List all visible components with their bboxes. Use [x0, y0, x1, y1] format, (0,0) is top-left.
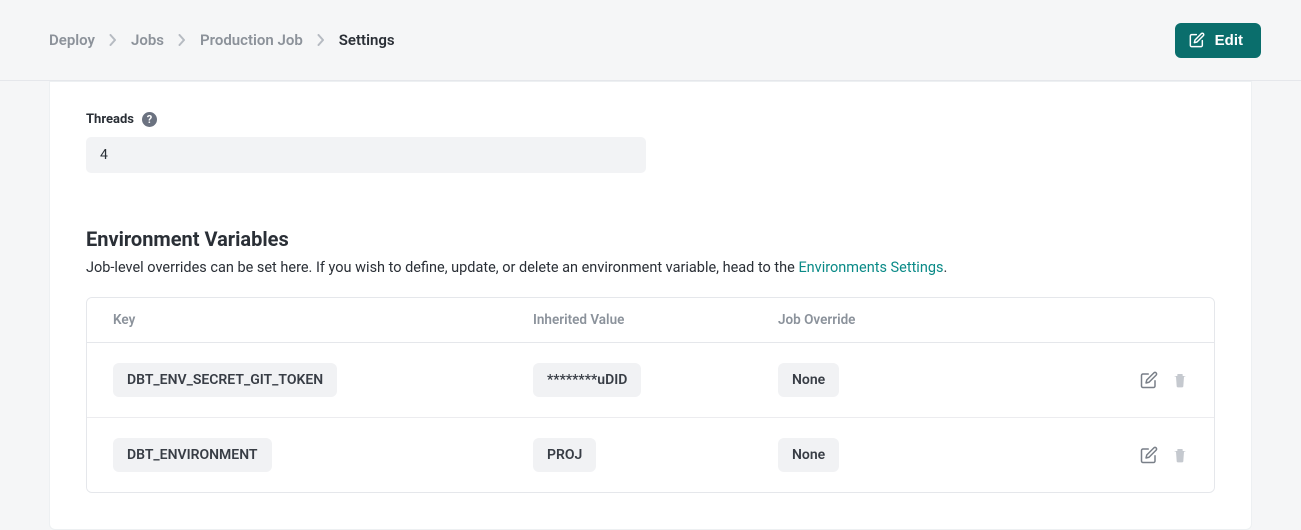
table-row: DBT_ENVIRONMENT PROJ None — [87, 418, 1214, 492]
table-row: DBT_ENV_SECRET_GIT_TOKEN ********uDID No… — [87, 343, 1214, 418]
threads-label: Threads ? — [86, 112, 1215, 127]
chevron-right-icon — [109, 34, 117, 46]
col-override: Job Override — [778, 312, 1088, 328]
chevron-right-icon — [317, 34, 325, 46]
edit-row-icon[interactable] — [1140, 371, 1158, 389]
env-vars-desc-suffix: . — [943, 259, 947, 276]
delete-row-icon — [1172, 371, 1188, 389]
breadcrumb-job[interactable]: Production Job — [200, 31, 303, 49]
env-vars-desc-prefix: Job-level overrides can be set here. If … — [86, 259, 798, 276]
edit-button-label: Edit — [1215, 32, 1243, 49]
env-inherited: ********uDID — [533, 363, 641, 397]
breadcrumb: Deploy Jobs Production Job Settings — [49, 31, 395, 49]
threads-label-text: Threads — [86, 112, 134, 127]
help-icon[interactable]: ? — [142, 112, 157, 127]
col-inherited: Inherited Value — [533, 312, 778, 328]
edit-button[interactable]: Edit — [1175, 23, 1261, 58]
env-override: None — [778, 363, 839, 397]
edit-row-icon[interactable] — [1140, 446, 1158, 464]
env-key: DBT_ENVIRONMENT — [113, 438, 272, 472]
threads-input: 4 — [86, 137, 646, 173]
environments-settings-link[interactable]: Environments Settings — [798, 259, 943, 276]
env-vars-title: Environment Variables — [86, 227, 1215, 251]
env-vars-desc: Job-level overrides can be set here. If … — [86, 257, 1215, 279]
env-key: DBT_ENV_SECRET_GIT_TOKEN — [113, 363, 337, 397]
table-header: Key Inherited Value Job Override — [87, 298, 1214, 343]
env-override: None — [778, 438, 839, 472]
env-inherited: PROJ — [533, 438, 596, 472]
env-vars-table: Key Inherited Value Job Override DBT_ENV… — [86, 297, 1215, 493]
threads-value: 4 — [100, 147, 108, 163]
breadcrumb-deploy[interactable]: Deploy — [49, 31, 95, 49]
breadcrumb-settings: Settings — [339, 31, 395, 49]
breadcrumb-jobs[interactable]: Jobs — [131, 31, 164, 49]
settings-card: Threads ? 4 Environment Variables Job-le… — [49, 81, 1252, 530]
edit-icon — [1189, 32, 1205, 48]
col-key: Key — [113, 312, 533, 328]
chevron-right-icon — [178, 34, 186, 46]
delete-row-icon — [1172, 446, 1188, 464]
